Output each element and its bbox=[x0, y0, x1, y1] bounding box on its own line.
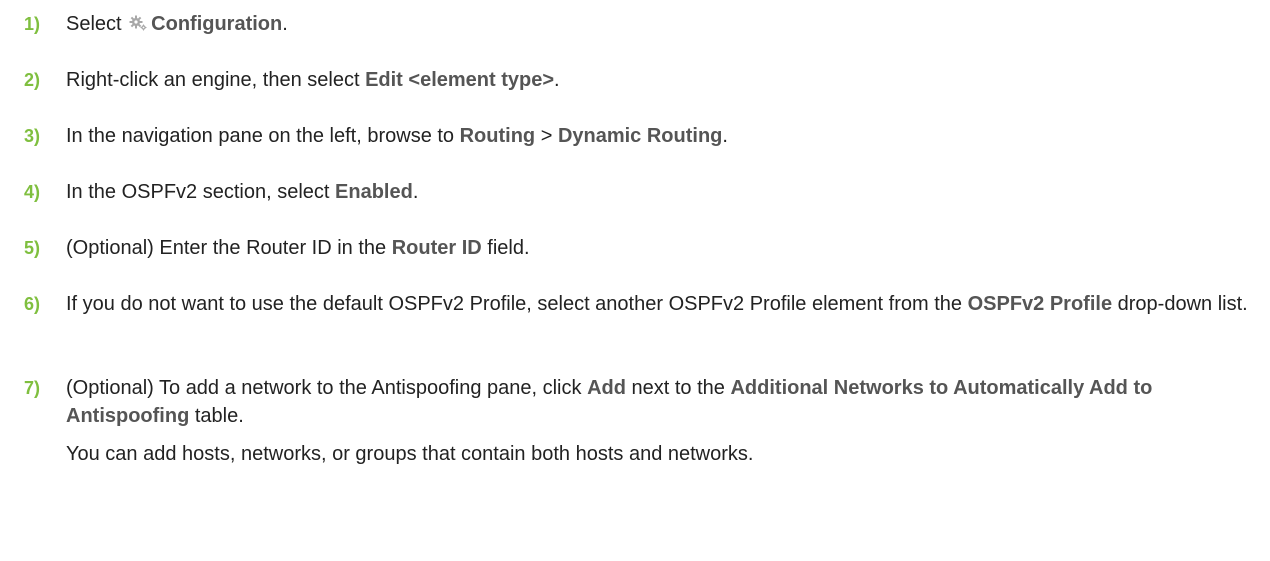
step-text-part: next to the bbox=[625, 377, 731, 399]
step-text: (Optional) To add a network to the Antis… bbox=[66, 374, 1256, 468]
ui-term-routing: Routing bbox=[459, 125, 536, 147]
step-text-part: Select bbox=[66, 13, 128, 35]
step-text-part: (Optional) Enter the Router ID in the bbox=[66, 237, 392, 259]
step-text-part: . bbox=[554, 69, 560, 91]
ui-term-router-id: Router ID bbox=[391, 237, 482, 259]
gear-icon bbox=[129, 15, 147, 31]
step-text-part: . bbox=[722, 125, 728, 147]
step-text: (Optional) Enter the Router ID in the Ro… bbox=[66, 234, 1256, 262]
step-number: 6) bbox=[24, 294, 41, 314]
ui-term-add: Add bbox=[587, 377, 626, 399]
step-text: In the OSPFv2 section, select Enabled. bbox=[66, 178, 1256, 206]
ui-term-configuration: Configuration bbox=[151, 13, 283, 35]
step-text: If you do not want to use the default OS… bbox=[66, 290, 1256, 318]
ui-term-dynamic-routing: Dynamic Routing bbox=[557, 125, 723, 147]
ui-term-enabled: Enabled bbox=[335, 181, 413, 203]
step-number: 7) bbox=[24, 378, 41, 398]
step-main-text: (Optional) To add a network to the Antis… bbox=[66, 374, 1256, 430]
step-number: 1) bbox=[24, 14, 41, 34]
step-text-part: (Optional) To add a network to the Antis… bbox=[66, 377, 588, 399]
step-text-part: field. bbox=[481, 237, 530, 259]
step-note: You can add hosts, networks, or groups t… bbox=[66, 443, 754, 465]
step-text-part: In the OSPFv2 section, select bbox=[66, 181, 336, 203]
step-text-part: table. bbox=[189, 405, 244, 427]
step-number: 2) bbox=[24, 70, 41, 90]
step-number: 3) bbox=[24, 126, 41, 146]
step-text-part: Right-click an engine, then select bbox=[66, 69, 366, 91]
step-text-part: . bbox=[282, 13, 288, 35]
ui-term-ospfv2-profile: OSPFv2 Profile bbox=[967, 293, 1113, 315]
step-text-part: If you do not want to use the default OS… bbox=[66, 293, 968, 315]
step-text-part: In the navigation pane on the left, brow… bbox=[66, 125, 460, 147]
ui-term-edit-element-type: Edit <element type> bbox=[365, 69, 555, 91]
step-text: In the navigation pane on the left, brow… bbox=[66, 122, 1256, 150]
step-text-part: > bbox=[535, 125, 558, 147]
step-text-part: drop-down list. bbox=[1112, 293, 1248, 315]
step-number: 4) bbox=[24, 182, 41, 202]
step-text: Right-click an engine, then select Edit … bbox=[66, 66, 1256, 94]
step-text: Select Configuration. bbox=[66, 10, 1256, 38]
step-number: 5) bbox=[24, 238, 41, 258]
step-text-part: . bbox=[412, 181, 419, 203]
